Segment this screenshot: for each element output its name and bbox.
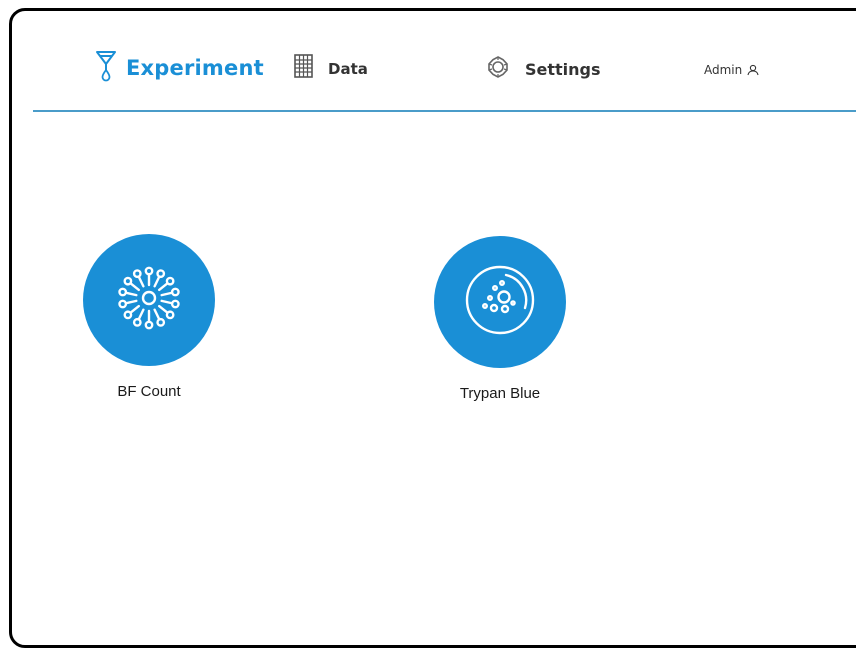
- user-account[interactable]: Admin: [704, 63, 759, 77]
- nav-tab-data[interactable]: Data: [294, 54, 368, 83]
- nav-divider: [33, 110, 856, 112]
- nav-tab-settings[interactable]: Settings: [487, 56, 601, 83]
- experiment-tile-trypan-blue[interactable]: Trypan Blue: [425, 236, 575, 402]
- nav-tab-settings-label: Settings: [525, 60, 601, 79]
- user-icon: [747, 64, 759, 76]
- top-navigation: Experiment Data Settings Admin: [0, 0, 856, 112]
- trypan-blue-label: Trypan Blue: [459, 385, 541, 402]
- experiment-tile-bf-count[interactable]: BF Count: [74, 234, 224, 400]
- user-name: Admin: [704, 63, 743, 77]
- nav-tab-data-label: Data: [328, 59, 368, 78]
- nav-tab-experiment-label: Experiment: [126, 55, 264, 80]
- trypan-blue-button[interactable]: [434, 236, 566, 368]
- gear-icon: [487, 56, 509, 83]
- bf-count-button[interactable]: [83, 234, 215, 366]
- funnel-drop-icon: [94, 48, 118, 87]
- bf-count-label: BF Count: [117, 383, 181, 400]
- petri-dish-icon: [462, 262, 538, 343]
- grid-table-icon: [294, 54, 313, 83]
- nav-tab-experiment[interactable]: Experiment: [94, 48, 264, 87]
- cell-count-icon: [111, 260, 187, 341]
